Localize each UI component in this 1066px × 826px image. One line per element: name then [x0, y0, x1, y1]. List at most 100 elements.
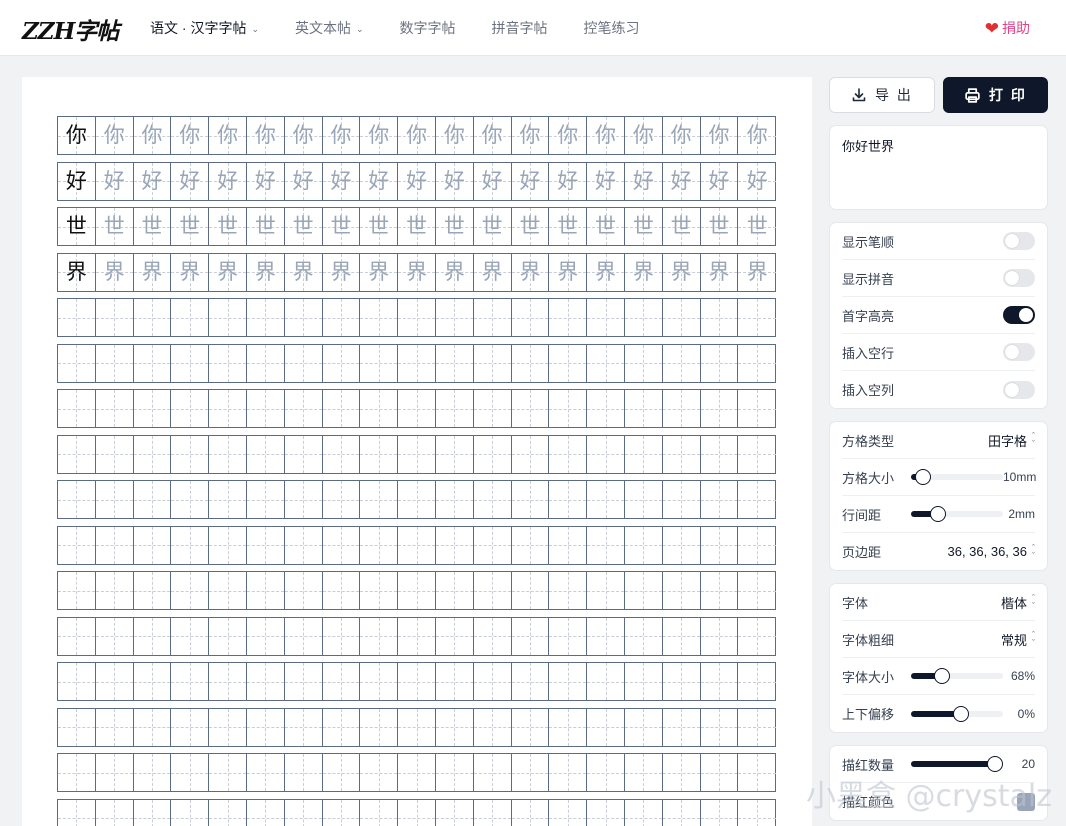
top-bar: ZZH字帖 语文 · 汉字字帖 ⌄ 英文本帖 ⌄ 数字字帖 拼音字帖 控笔练习 … [0, 0, 1066, 56]
trace-character: 好 [746, 168, 768, 193]
grid-cell [624, 344, 663, 382]
grid-cell [360, 299, 399, 336]
slider-value: 0% [1017, 706, 1035, 721]
slider-handle[interactable] [930, 506, 946, 522]
grid-cell: 好 [58, 162, 96, 200]
grid-cell: 你 [360, 117, 399, 154]
line-gap-slider[interactable] [911, 506, 1003, 522]
grid-cell [435, 799, 474, 826]
grid-cell [738, 435, 776, 473]
grid-cell [95, 481, 134, 518]
trace-character: 界 [179, 259, 201, 284]
grid-cell: 世 [549, 208, 588, 245]
slider-handle[interactable] [987, 756, 1003, 772]
trace-count-slider[interactable] [911, 756, 1003, 772]
grid-cell [209, 299, 247, 336]
model-character: 好 [65, 168, 87, 193]
grid-cell [246, 344, 285, 382]
grid-cell [209, 754, 247, 791]
grid-cell [511, 526, 550, 564]
grid-cell: 世 [322, 208, 361, 245]
nav-item-english[interactable]: 英文本帖 ⌄ [295, 18, 364, 38]
font-select[interactable]: 楷体 ˆˇ [1001, 593, 1035, 612]
option-font-size: 字体大小 68% [842, 658, 1035, 695]
grid-cell [473, 572, 512, 609]
grid-cell: 你 [549, 117, 588, 154]
donate-link[interactable]: ❤ 捐助 [985, 18, 1030, 38]
grid-cell [322, 663, 361, 700]
grid-cell [209, 799, 247, 826]
grid-cell: 好 [511, 162, 550, 200]
grid-cell [171, 435, 210, 473]
option-label: 插入空列 [842, 383, 895, 398]
grid-cell [473, 617, 512, 655]
margin-select[interactable]: 36, 36, 36, 36 ˆˇ [947, 543, 1035, 560]
text-input[interactable]: 你好世界 [829, 125, 1048, 210]
trace-character: 界 [595, 259, 617, 284]
nav-item-pinyin[interactable]: 拼音字帖 [492, 18, 548, 38]
font-size-slider[interactable] [911, 668, 1003, 684]
trace-character: 界 [217, 259, 239, 284]
grid-cell: 界 [473, 253, 512, 291]
grid-cell [473, 390, 512, 427]
grid-cell: 界 [738, 253, 776, 291]
grid-cell: 你 [700, 117, 739, 154]
trace-character: 好 [292, 168, 314, 193]
grid-cell [246, 299, 285, 336]
highlight-first-toggle[interactable] [1003, 306, 1035, 324]
grid-cell [549, 663, 588, 700]
grid-cell: 好 [209, 162, 247, 200]
nav-item-pen-control[interactable]: 控笔练习 [584, 18, 640, 38]
option-label: 字体粗细 [842, 632, 895, 648]
slider-value: 10mm [1003, 470, 1037, 484]
grid-cell: 你 [322, 117, 361, 154]
grid-cell [360, 526, 399, 564]
slider-handle[interactable] [933, 668, 950, 684]
grid-cell [511, 617, 550, 655]
option-label: 显示笔顺 [842, 234, 895, 250]
logo[interactable]: ZZH字帖 [22, 12, 119, 46]
pinyin-toggle[interactable] [1003, 269, 1035, 287]
grid-cell [662, 799, 701, 826]
trace-character: 好 [481, 168, 503, 193]
trace-character: 界 [632, 259, 654, 284]
trace-character: 世 [595, 214, 617, 238]
grid-cell [322, 526, 361, 564]
grid-type-select[interactable]: 田字格 ˆˇ [988, 431, 1035, 450]
grid-cell [246, 526, 285, 564]
export-button[interactable]: 导 出 [829, 77, 935, 113]
print-button[interactable]: 打 印 [943, 77, 1048, 113]
blank-row-toggle[interactable] [1003, 343, 1035, 361]
grid-cell [549, 390, 588, 427]
blank-col-toggle[interactable] [1003, 380, 1035, 399]
slider-handle[interactable] [952, 705, 969, 722]
trace-color-swatch[interactable] [1017, 792, 1035, 811]
slider-handle[interactable] [914, 469, 931, 485]
grid-size-slider[interactable] [911, 469, 1003, 485]
trace-character: 你 [443, 123, 465, 147]
grid-cell [284, 799, 323, 826]
grid-cell [587, 390, 625, 427]
trace-character: 界 [330, 259, 352, 284]
vertical-offset-slider[interactable] [911, 705, 1003, 722]
option-line-gap: 行间距 2mm [842, 496, 1035, 533]
grid-cell [398, 435, 436, 473]
grid-cell [58, 799, 96, 826]
grid-cell: 世 [171, 208, 210, 245]
grid-cell: 你 [398, 117, 436, 154]
font-weight-select[interactable]: 常规 ˆˇ [1001, 630, 1035, 649]
grid-cell [700, 572, 739, 609]
trace-character: 好 [217, 168, 239, 193]
stroke-order-toggle[interactable] [1003, 232, 1035, 250]
grid-cell [95, 390, 134, 427]
trace-character: 你 [254, 123, 276, 147]
grid-cell [473, 435, 512, 473]
nav-item-chinese[interactable]: 语文 · 汉字字帖 ⌄ [150, 18, 259, 38]
chevron-updown-icon: ˆˇ [1032, 593, 1035, 611]
practice-grid: 你你你你你你你你你你你你你你你你你你你好好好好好好好好好好好好好好好好好好好世世… [57, 116, 776, 826]
trace-settings-card: 描红数量 20 描红颜色 [829, 745, 1048, 821]
trace-character: 好 [443, 168, 465, 193]
grid-cell [549, 481, 588, 518]
nav-item-numbers[interactable]: 数字字帖 [400, 18, 456, 38]
grid-cell [549, 617, 588, 655]
